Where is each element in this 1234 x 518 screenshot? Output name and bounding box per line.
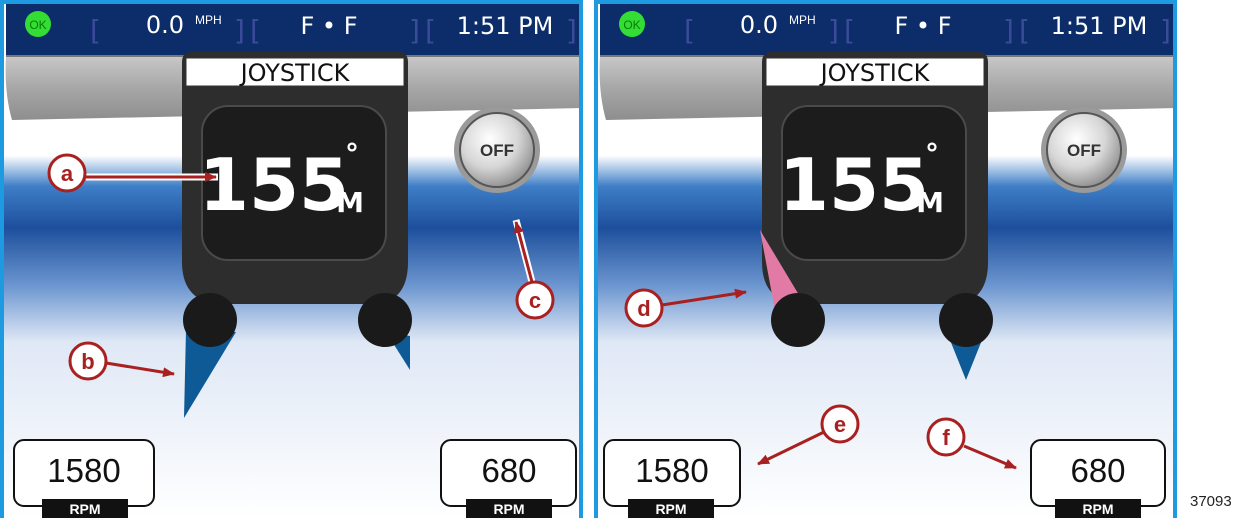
callout-c-label: c bbox=[529, 288, 541, 313]
display-panel-1: OK [ 0.0 MPH ] [ F • F ] [ 1:51 PM ] JOY… bbox=[0, 0, 583, 518]
heading-value: 155 bbox=[779, 143, 929, 227]
bracket-left-3: [ bbox=[1019, 14, 1030, 47]
starboard-rpm-value: 680 bbox=[1070, 452, 1125, 489]
heading-reference: M bbox=[336, 186, 364, 219]
port-engine-pivot bbox=[771, 293, 825, 347]
callout-d-label: d bbox=[637, 296, 650, 321]
speed-unit-label: MPH bbox=[195, 13, 222, 27]
degree-symbol: ° bbox=[925, 137, 939, 170]
callout-e-label: e bbox=[834, 412, 846, 437]
speed-readout: 0.0 bbox=[146, 11, 184, 39]
off-button-label: OFF bbox=[1067, 141, 1101, 160]
port-rpm-value: 1580 bbox=[47, 452, 120, 489]
starboard-engine-pivot bbox=[358, 293, 412, 347]
gear-readout: F • F bbox=[300, 12, 357, 40]
figure-number: 37093 bbox=[1190, 493, 1232, 510]
port-rpm-unit: RPM bbox=[69, 501, 100, 517]
ok-indicator-label: OK bbox=[29, 18, 46, 32]
bracket-right-1: ] bbox=[234, 14, 245, 47]
starboard-engine-pivot bbox=[939, 293, 993, 347]
bracket-right-3: ] bbox=[1160, 14, 1171, 47]
starboard-rpm-value: 680 bbox=[481, 452, 536, 489]
bracket-left-3: [ bbox=[425, 14, 436, 47]
bracket-left-2: [ bbox=[250, 14, 261, 47]
starboard-rpm-unit: RPM bbox=[493, 501, 524, 517]
joystick-title: JOYSTICK bbox=[239, 59, 351, 87]
port-engine-pivot bbox=[183, 293, 237, 347]
figure-root: { "status_bar": { "ok_label": "OK", "spe… bbox=[0, 0, 1234, 518]
bracket-left-1: [ bbox=[90, 14, 101, 47]
degree-symbol: ° bbox=[345, 137, 359, 170]
clock-readout: 1:51 PM bbox=[457, 12, 554, 40]
ok-indicator-label: OK bbox=[623, 18, 640, 32]
off-button-label: OFF bbox=[480, 141, 514, 160]
starboard-rpm-unit: RPM bbox=[1082, 501, 1113, 517]
joystick-title: JOYSTICK bbox=[819, 59, 931, 87]
port-rpm-unit: RPM bbox=[655, 501, 686, 517]
bracket-right-2: ] bbox=[409, 14, 420, 47]
port-rpm-value: 1580 bbox=[635, 452, 708, 489]
heading-reference: M bbox=[916, 186, 944, 219]
bracket-left-1: [ bbox=[684, 14, 695, 47]
heading-value: 155 bbox=[199, 143, 349, 227]
callout-b-label: b bbox=[81, 349, 94, 374]
speed-unit-label: MPH bbox=[789, 13, 816, 27]
bracket-left-2: [ bbox=[844, 14, 855, 47]
callout-f-label: f bbox=[942, 425, 950, 450]
gear-readout: F • F bbox=[894, 12, 951, 40]
callout-a-label: a bbox=[61, 161, 74, 186]
display-panel-2: OK [ 0.0 MPH ] [ F • F ] [ 1:51 PM ] JOY… bbox=[594, 0, 1177, 518]
bracket-right-1: ] bbox=[828, 14, 839, 47]
speed-readout: 0.0 bbox=[740, 11, 778, 39]
bracket-right-3: ] bbox=[566, 14, 577, 47]
clock-readout: 1:51 PM bbox=[1051, 12, 1148, 40]
bracket-right-2: ] bbox=[1003, 14, 1014, 47]
